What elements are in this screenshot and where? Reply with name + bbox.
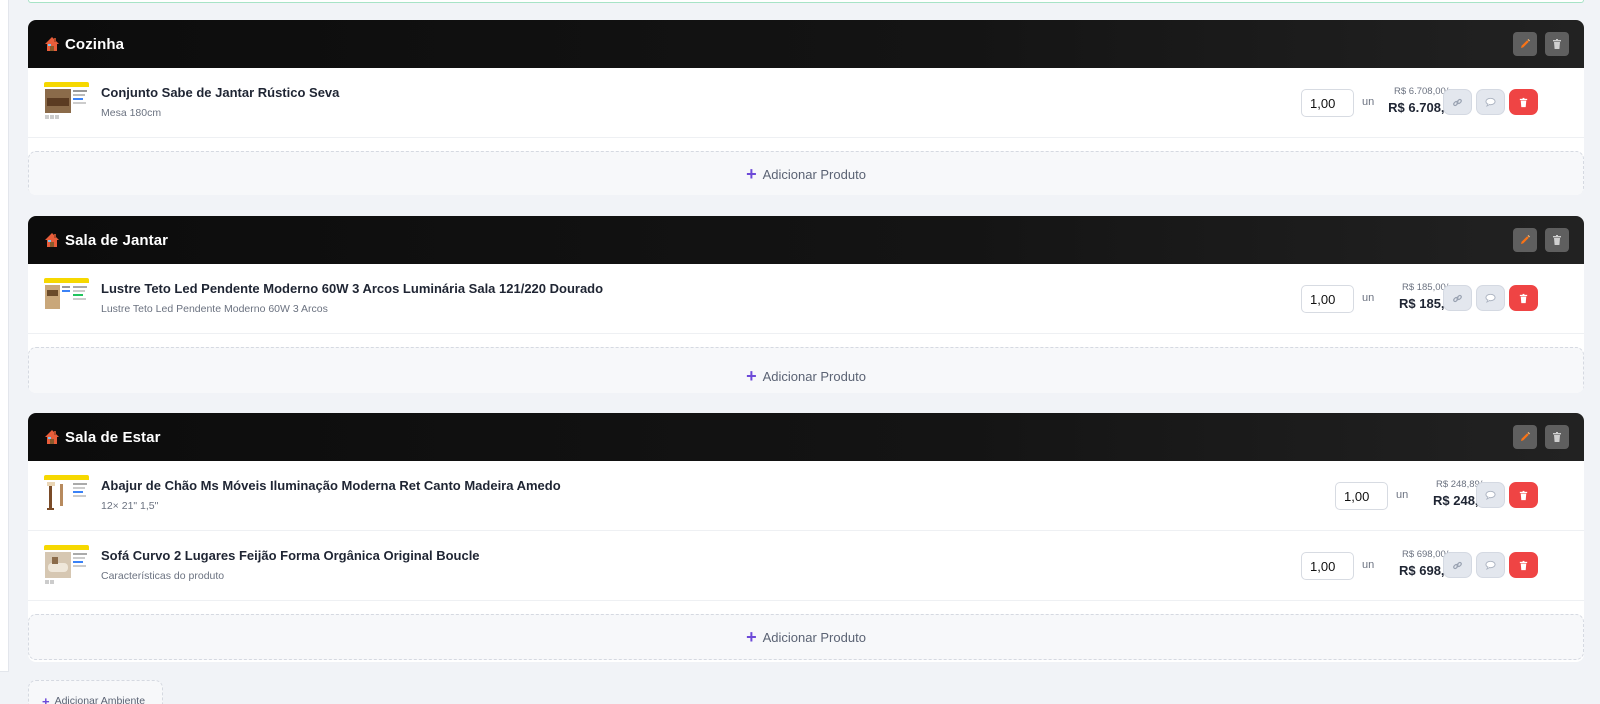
room-header-actions (1513, 425, 1569, 449)
trash-icon (1519, 490, 1528, 500)
add-product-button[interactable]: + Adicionar Produto (28, 614, 1584, 660)
comment-icon (1485, 97, 1496, 107)
house-icon (44, 36, 60, 52)
quantity-input[interactable] (1301, 552, 1354, 580)
product-row: Lustre Teto Led Pendente Moderno 60W 3 A… (28, 264, 1584, 334)
row-actions (1443, 285, 1538, 311)
room-header-actions (1513, 228, 1569, 252)
room-section-cozinha: Cozinha Conjunto Sabe de Jantar Rústico … (28, 20, 1584, 195)
comment-button[interactable] (1476, 552, 1505, 578)
comment-icon (1485, 293, 1496, 303)
delete-room-button[interactable] (1545, 228, 1569, 252)
quantity-input[interactable] (1301, 285, 1354, 313)
plus-icon: + (746, 366, 757, 386)
room-header: Sala de Estar (28, 413, 1584, 461)
add-room-label: Adicionar Ambiente (54, 695, 146, 704)
product-row: Sofá Curvo 2 Lugares Feijão Forma Orgâni… (28, 531, 1584, 601)
plus-icon: + (746, 627, 757, 647)
trash-icon (1553, 432, 1561, 442)
delete-room-button[interactable] (1545, 32, 1569, 56)
link-button[interactable] (1443, 552, 1472, 578)
product-info: Sofá Curvo 2 Lugares Feijão Forma Orgâni… (101, 548, 480, 582)
product-name: Lustre Teto Led Pendente Moderno 60W 3 A… (101, 281, 604, 296)
product-name: Abajur de Chão Ms Móveis Iluminação Mode… (101, 478, 561, 493)
delete-room-button[interactable] (1545, 425, 1569, 449)
comment-icon (1485, 560, 1496, 570)
previous-card-edge (28, 0, 1584, 3)
house-icon (44, 232, 60, 248)
link-icon (1453, 561, 1462, 569)
comment-button[interactable] (1476, 89, 1505, 115)
product-info: Lustre Teto Led Pendente Moderno 60W 3 A… (101, 281, 603, 315)
link-button[interactable] (1443, 89, 1472, 115)
trash-icon (1519, 560, 1528, 570)
room-header-actions (1513, 32, 1569, 56)
add-product-label: Adicionar Produto (762, 368, 866, 384)
quantity-input[interactable] (1301, 89, 1354, 117)
product-thumbnail[interactable] (44, 278, 89, 323)
add-product-button[interactable]: + Adicionar Produto (28, 347, 1584, 393)
add-product-button[interactable]: + Adicionar Produto (28, 151, 1584, 195)
delete-product-button[interactable] (1509, 552, 1538, 578)
row-actions (1443, 89, 1538, 115)
product-row: Conjunto Sabe de Jantar Rústico Seva Mes… (28, 68, 1584, 138)
delete-product-button[interactable] (1509, 89, 1538, 115)
product-thumbnail[interactable] (44, 82, 89, 127)
product-name: Sofá Curvo 2 Lugares Feijão Forma Orgâni… (101, 548, 480, 563)
edit-room-button[interactable] (1513, 228, 1537, 252)
edit-room-button[interactable] (1513, 425, 1537, 449)
unit-label: un (1362, 96, 1375, 108)
add-room-button[interactable]: + Adicionar Ambiente (28, 680, 163, 704)
product-thumbnail[interactable] (44, 545, 89, 590)
room-header: Sala de Jantar (28, 216, 1584, 264)
comment-button[interactable] (1476, 482, 1505, 508)
room-section-sala-de-jantar: Sala de Jantar Lustre Teto Led Pendente … (28, 216, 1584, 393)
product-thumbnail[interactable] (44, 475, 89, 520)
room-title: Cozinha (65, 35, 125, 53)
panel-divider (0, 671, 9, 672)
pencil-icon (1521, 235, 1530, 244)
left-panel-edge (0, 0, 9, 672)
row-actions (1443, 552, 1538, 578)
product-info: Conjunto Sabe de Jantar Rústico Seva Mes… (101, 85, 339, 119)
unit-label: un (1396, 489, 1409, 501)
pencil-icon (1521, 432, 1530, 441)
product-info: Abajur de Chão Ms Móveis Iluminação Mode… (101, 478, 561, 512)
row-actions (1476, 482, 1538, 508)
trash-icon (1519, 97, 1528, 107)
trash-icon (1553, 235, 1561, 245)
product-row: Abajur de Chão Ms Móveis Iluminação Mode… (28, 461, 1584, 531)
unit-label: un (1362, 292, 1375, 304)
room-title: Sala de Estar (65, 428, 161, 446)
comment-button[interactable] (1476, 285, 1505, 311)
link-icon (1453, 294, 1462, 302)
product-subtitle: 12× 21" 1,5" (101, 500, 159, 512)
plus-icon: + (746, 164, 757, 184)
link-icon (1453, 98, 1462, 106)
delete-product-button[interactable] (1509, 285, 1538, 311)
edit-room-button[interactable] (1513, 32, 1537, 56)
add-product-label: Adicionar Produto (762, 166, 866, 182)
trash-icon (1553, 39, 1561, 49)
plus-icon: + (42, 694, 50, 704)
room-section-sala-de-estar: Sala de Estar Abajur de Chão Ms Móveis I… (28, 413, 1584, 662)
trash-icon (1519, 293, 1528, 303)
quantity-input[interactable] (1335, 482, 1388, 510)
link-button[interactable] (1443, 285, 1472, 311)
product-name: Conjunto Sabe de Jantar Rústico Seva (101, 85, 340, 100)
delete-product-button[interactable] (1509, 482, 1538, 508)
product-subtitle: Mesa 180cm (101, 107, 162, 119)
house-icon (44, 429, 60, 445)
pencil-icon (1521, 39, 1530, 48)
room-header: Cozinha (28, 20, 1584, 68)
add-product-label: Adicionar Produto (762, 629, 866, 645)
product-subtitle: Lustre Teto Led Pendente Moderno 60W 3 A… (101, 303, 328, 315)
unit-label: un (1362, 559, 1375, 571)
product-subtitle: Características do produto (101, 570, 225, 582)
room-title: Sala de Jantar (65, 231, 169, 249)
comment-icon (1485, 490, 1496, 500)
